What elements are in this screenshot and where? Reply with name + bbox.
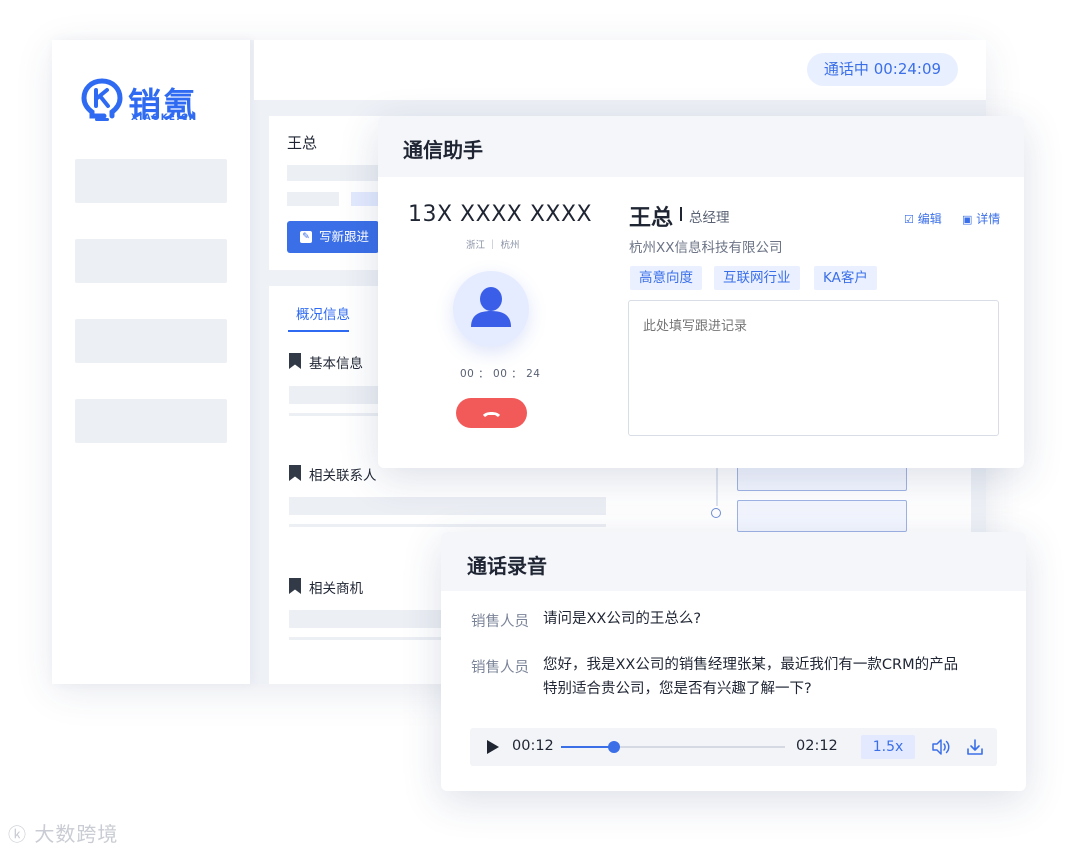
brand-domain: XIAOKE.CN	[131, 113, 198, 123]
skeleton-line	[289, 497, 606, 515]
user-icon	[471, 287, 511, 327]
progress-handle[interactable]	[608, 741, 621, 753]
name-separator	[680, 207, 682, 221]
tag-intent[interactable]: 高意向度	[630, 266, 702, 290]
details-button[interactable]: ▣ 详情	[962, 210, 1000, 227]
total-time: 02:12	[796, 738, 838, 754]
profile-icon: ▣	[962, 213, 973, 226]
avatar	[453, 271, 529, 347]
speaker-label: 销售人员	[471, 614, 529, 630]
customer-name: 王总	[287, 134, 318, 152]
skeleton-divider	[289, 524, 606, 527]
phone-number: 13X XXXX XXXX	[408, 202, 593, 227]
skeleton-line	[289, 386, 379, 404]
tag-ka-customer[interactable]: KA客户	[814, 266, 877, 290]
timeline-dot	[711, 508, 721, 518]
transcript-line: 您好，我是XX公司的销售经理张某，最近我们有一款CRM的产品	[543, 657, 959, 673]
contact-name: 王总	[629, 206, 674, 231]
transcript-line-continued: 特别适合贵公司，您是否有兴趣了解一下?	[543, 681, 812, 697]
tag-industry[interactable]: 互联网行业	[714, 266, 800, 290]
edit-button[interactable]: ☑ 编辑	[904, 210, 942, 227]
section-basic-info: 基本信息	[309, 356, 363, 372]
bulb-k-logo-icon	[81, 78, 123, 121]
skeleton-divider	[289, 637, 449, 640]
current-time: 00:12	[512, 738, 554, 754]
section-deals: 相关商机	[309, 581, 363, 597]
skeleton-line	[287, 165, 387, 181]
watermark-logo-icon: ⓚ	[8, 825, 27, 846]
skeleton-tag	[351, 192, 381, 206]
progress-fill	[561, 746, 615, 748]
audio-player: 00:12 02:12 1.5x	[470, 728, 997, 766]
communication-assistant-panel: 通信助手 13X XXXX XXXX 浙江 ｜ 杭州 00 ： 00 ： 24 …	[378, 116, 1024, 468]
play-icon[interactable]	[487, 740, 499, 754]
skeleton-divider	[289, 413, 379, 416]
pen-icon: ✎	[300, 231, 312, 243]
skeleton-line	[287, 192, 339, 206]
timeline-entry[interactable]	[737, 500, 907, 532]
followup-note-input[interactable]	[628, 300, 999, 436]
call-timer: 00 ： 00 ： 24	[460, 368, 541, 380]
speaker-label: 销售人员	[471, 660, 529, 676]
volume-icon[interactable]	[931, 738, 951, 756]
transcript-line: 请问是XX公司的王总么?	[543, 611, 702, 627]
tab-indicator	[288, 330, 349, 332]
playback-speed-button[interactable]: 1.5x	[861, 735, 915, 759]
contact-company: 杭州XX信息科技有限公司	[629, 240, 783, 256]
sidebar-item-3[interactable]	[75, 319, 227, 363]
edit-icon: ☑	[904, 213, 914, 226]
sidebar-item-4[interactable]	[75, 399, 227, 443]
tab-overview[interactable]: 概况信息	[296, 303, 350, 323]
section-contacts: 相关联系人	[309, 468, 377, 484]
call-recording-panel: 通话录音 销售人员 请问是XX公司的王总么? 销售人员 您好，我是XX公司的销售…	[441, 532, 1026, 791]
hangup-button[interactable]	[456, 398, 527, 428]
hangup-icon	[483, 412, 500, 417]
sidebar-item-2[interactable]	[75, 239, 227, 283]
watermark: ⓚ 大数跨境	[8, 822, 119, 846]
sidebar-item-1[interactable]	[75, 159, 227, 203]
download-icon[interactable]	[966, 738, 984, 756]
panel-title: 通话录音	[467, 554, 547, 578]
contact-role: 总经理	[689, 210, 730, 226]
call-status-badge[interactable]: 通话中 00:24:09	[807, 53, 958, 86]
phone-region: 浙江 ｜ 杭州	[466, 240, 520, 251]
write-followup-button[interactable]: ✎ 写新跟进	[287, 221, 379, 253]
skeleton-line	[289, 610, 449, 628]
panel-title: 通信助手	[403, 138, 483, 162]
timeline-line	[716, 466, 718, 506]
